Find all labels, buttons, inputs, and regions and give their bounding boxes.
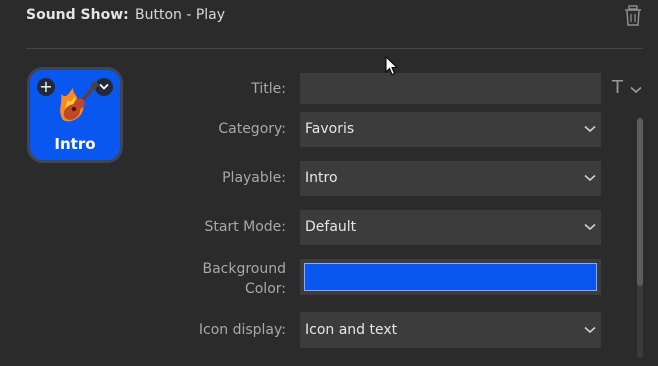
chevron-down-icon — [630, 86, 642, 94]
header-divider — [26, 48, 643, 49]
start-mode-label: Start Mode: — [204, 219, 286, 235]
color-swatch — [304, 263, 597, 291]
text-format-icon: T — [612, 77, 623, 98]
playable-label: Playable: — [222, 170, 286, 186]
chevron-down-icon — [584, 223, 596, 231]
chevron-down-icon — [584, 174, 596, 182]
tile-label: Intro — [54, 135, 96, 153]
background-color-label-line1: Background — [202, 261, 286, 277]
title-input[interactable] — [300, 73, 601, 104]
icon-display-select[interactable]: Icon and text — [300, 312, 601, 348]
add-icon[interactable]: + — [37, 78, 55, 96]
mouse-cursor-icon — [385, 56, 398, 76]
guitar-fire-icon — [60, 80, 100, 122]
chevron-down-icon — [584, 125, 596, 133]
icon-display-value: Icon and text — [305, 322, 398, 338]
trash-icon — [625, 5, 641, 26]
background-color-label-line2: Color: — [244, 281, 286, 297]
scrollbar-thumb[interactable] — [637, 118, 643, 286]
button-tile[interactable]: + Intro — [27, 67, 123, 163]
playable-value: Intro — [305, 170, 338, 186]
category-value: Favoris — [305, 121, 355, 137]
title-label: Title: — [251, 81, 286, 97]
icon-display-label: Icon display: — [198, 322, 286, 338]
category-select[interactable]: Favoris — [300, 112, 601, 147]
category-label: Category: — [218, 121, 286, 137]
header-label: Sound Show: — [26, 7, 129, 23]
text-format-button[interactable]: T — [612, 77, 644, 100]
delete-button[interactable] — [623, 5, 643, 27]
background-color-picker[interactable] — [300, 259, 601, 295]
chevron-down-icon — [584, 326, 596, 334]
start-mode-select[interactable]: Default — [300, 210, 601, 245]
playable-select[interactable]: Intro — [300, 161, 601, 196]
start-mode-value: Default — [305, 219, 357, 235]
header-value: Button - Play — [135, 7, 226, 23]
